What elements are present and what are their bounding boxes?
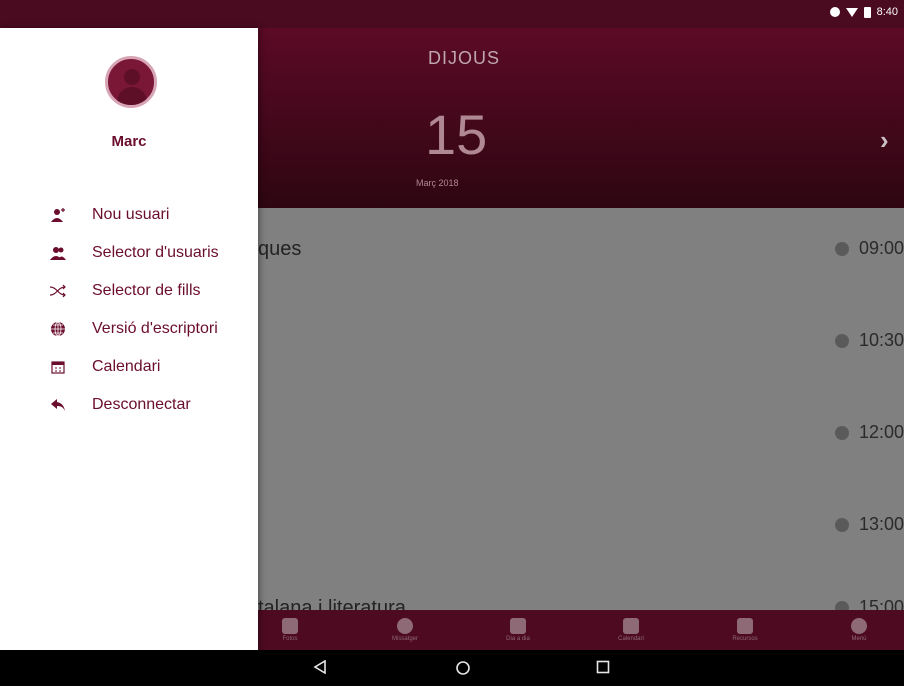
photos-icon [282, 618, 298, 634]
month-year-label: Març 2018 [416, 178, 459, 188]
time-label: 09:00 [858, 238, 904, 258]
time-label: 10:30 [858, 330, 904, 350]
tab-menu[interactable]: Menú [784, 610, 904, 650]
globe-icon [48, 319, 68, 339]
recents-icon [596, 660, 610, 674]
chat-icon [397, 618, 413, 634]
drawer-item-calendar[interactable]: Calendari [0, 348, 258, 386]
shuffle-icon [48, 281, 68, 301]
status-icons: 8:40 [829, 6, 898, 18]
home-icon [456, 661, 470, 675]
tab-label: Missatger [391, 636, 418, 642]
status-bar [0, 0, 904, 28]
recents-button[interactable] [596, 660, 610, 679]
schedule-item-time: 10:30 [834, 330, 904, 351]
reply-icon [48, 395, 68, 415]
drawer-item-logout[interactable]: Desconnectar [0, 386, 258, 424]
menu-icon [851, 618, 867, 634]
battery-icon [863, 6, 871, 18]
users-icon [48, 243, 68, 263]
system-nav-bar [0, 650, 904, 686]
drawer-item-label: Nou usuari [92, 206, 170, 223]
user-name: Marc [111, 133, 147, 150]
tab-label: Recursos [732, 636, 758, 642]
navigation-drawer: Marc Nou usuari Selector d'usuaris Selec… [0, 28, 258, 650]
drawer-item-label: Selector d'usuaris [92, 244, 219, 261]
next-day-icon[interactable]: › [880, 125, 889, 156]
weekday-label: DIJOUS [428, 48, 501, 68]
time-label: 13:00 [858, 514, 904, 534]
drawer-item-label: Selector de fills [92, 282, 201, 299]
tab-label: Menú [851, 636, 867, 642]
wifi-icon [845, 7, 858, 17]
drawer-item-new-user[interactable]: Nou usuari [0, 196, 258, 234]
drawer-item-label: Calendari [92, 358, 161, 375]
back-icon [313, 659, 326, 675]
clock-icon [834, 517, 849, 532]
calendar-icon [48, 357, 68, 377]
schedule-item-time: 13:00 [834, 514, 904, 535]
drawer-item-label: Desconnectar [92, 396, 191, 413]
books-icon [737, 618, 753, 634]
calendar-icon [623, 618, 639, 634]
schedule-item-time: 09:00 [834, 238, 904, 259]
drawer-item-label: Versió d'escriptori [92, 320, 218, 337]
home-button[interactable] [455, 660, 471, 681]
add-user-icon [48, 205, 68, 225]
drawer-item-desktop-version[interactable]: Versió d'escriptori [0, 310, 258, 348]
do-not-disturb-icon [829, 7, 840, 17]
tab-label: Dia a dia [506, 636, 530, 642]
clock-icon [834, 333, 849, 348]
drawer-item-children-selector[interactable]: Selector de fills [0, 272, 258, 310]
status-time: 8:40 [876, 6, 898, 18]
avatar[interactable] [105, 56, 157, 108]
schedule-item-time: 12:00 [834, 422, 904, 443]
schedule-item-title[interactable]: ques [258, 238, 301, 261]
clock-icon [834, 241, 849, 256]
clock-icon [834, 425, 849, 440]
back-button[interactable] [313, 659, 327, 679]
tab-label: Fotos [282, 636, 298, 642]
tab-label: Calendari [618, 636, 644, 642]
time-label: 12:00 [858, 422, 904, 442]
day-number: 15 [425, 103, 488, 166]
drawer-item-user-selector[interactable]: Selector d'usuaris [0, 234, 258, 272]
check-icon [510, 618, 526, 634]
